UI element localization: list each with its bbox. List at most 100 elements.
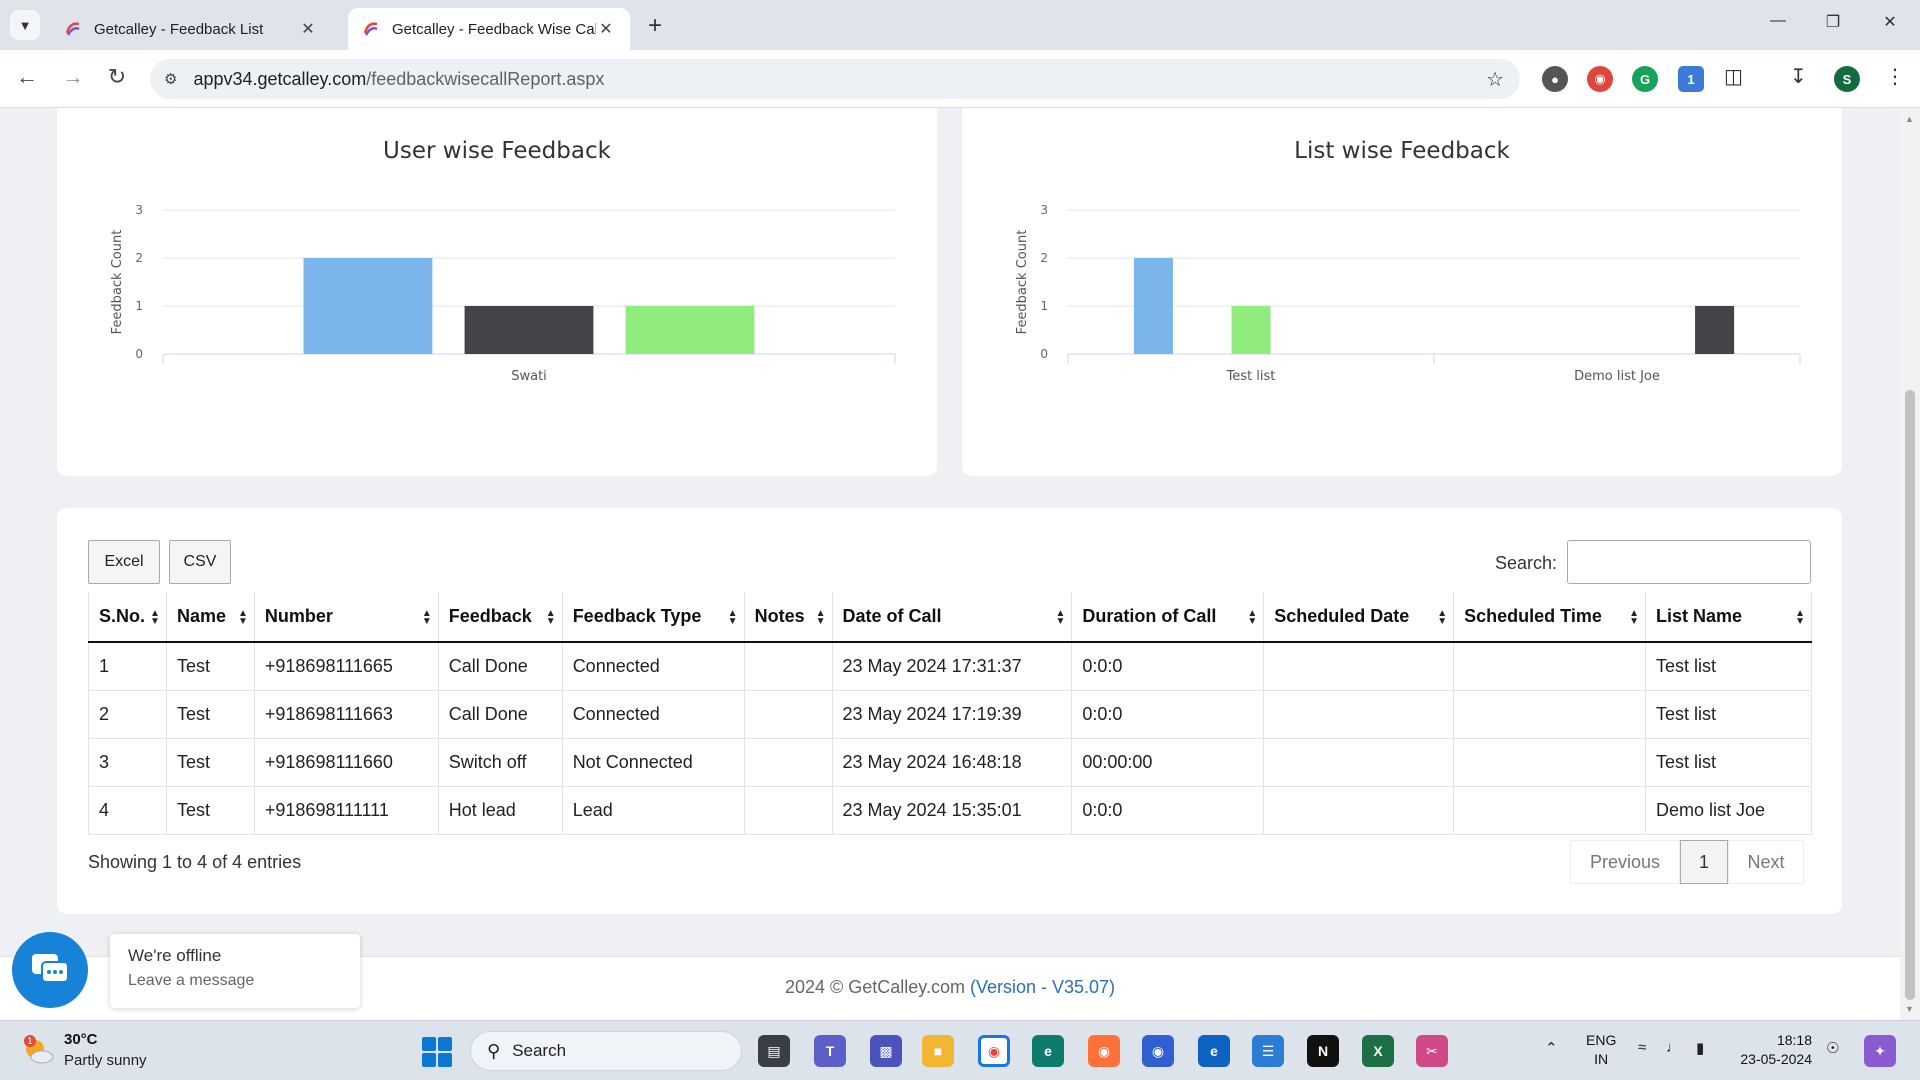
sort-icon[interactable]: ▲ ▼ — [1055, 609, 1065, 627]
grammarly-icon[interactable]: G — [1632, 66, 1658, 92]
tab-search-button[interactable]: ▼ — [10, 10, 40, 40]
sort-icon[interactable]: ▲ ▼ — [1437, 609, 1447, 627]
excel-icon[interactable]: X — [1362, 1035, 1394, 1067]
tab-feedback-list[interactable]: Getcalley - Feedback List ✕ — [50, 8, 332, 50]
edge-icon[interactable]: e — [1032, 1035, 1064, 1067]
notion-icon[interactable]: N — [1307, 1035, 1339, 1067]
weather-temperature[interactable]: 30°C — [64, 1031, 98, 1048]
wifi-icon[interactable]: ≈ — [1638, 1039, 1646, 1056]
restore-button[interactable]: ❐ — [1813, 12, 1853, 32]
page-scrollbar[interactable]: ▲ ▼ — [1900, 108, 1920, 1020]
close-window-button[interactable]: ✕ — [1870, 12, 1910, 32]
table-cell: Lead — [561, 785, 745, 834]
clock[interactable]: 18:18 23-05-2024 — [1738, 1031, 1812, 1069]
search-input[interactable] — [1567, 540, 1811, 584]
teams-new-icon[interactable]: ▩ — [870, 1035, 902, 1067]
weather-description[interactable]: Partly sunny — [64, 1052, 147, 1069]
app-icon[interactable]: ◉ — [1142, 1035, 1174, 1067]
address-bar[interactable]: ⚙ appv34.getcalley.com/feedbackwisecallR… — [150, 59, 1520, 99]
column-header[interactable]: Feedback Type ▲ ▼ — [561, 592, 745, 643]
notification-bell-icon[interactable]: ☉ — [1826, 1039, 1839, 1057]
column-header[interactable]: Date of Call ▲ ▼ — [831, 592, 1072, 643]
chat-leave-message[interactable]: Leave a message — [128, 972, 342, 990]
site-info-icon[interactable]: ⚙ — [164, 70, 177, 88]
kebab-menu-icon[interactable]: ⋮ — [1885, 64, 1905, 89]
sort-icon[interactable]: ▲ ▼ — [1247, 609, 1257, 627]
column-header[interactable]: Name ▲ ▼ — [165, 592, 255, 643]
column-header[interactable]: Number ▲ ▼ — [253, 592, 439, 643]
close-icon[interactable]: ✕ — [596, 19, 616, 39]
extension-icon[interactable]: ● — [1542, 66, 1568, 92]
chat-offline-popup[interactable]: We're offline Leave a message — [110, 934, 360, 1008]
sort-icon[interactable]: ▲ ▼ — [150, 609, 160, 627]
table-cell: 2 — [88, 689, 167, 738]
bar — [1231, 306, 1271, 354]
column-header[interactable]: S.No. ▲ ▼ — [88, 592, 167, 643]
snipping-tool-icon[interactable]: ✂ — [1416, 1035, 1448, 1067]
csv-export-button[interactable]: CSV — [169, 540, 231, 584]
version-link[interactable]: (Version - V35.07) — [970, 977, 1115, 997]
scroll-up-icon[interactable]: ▲ — [1905, 114, 1914, 124]
profile-avatar[interactable]: S — [1834, 66, 1860, 92]
column-header[interactable]: List Name ▲ ▼ — [1645, 592, 1812, 643]
new-tab-button[interactable]: + — [648, 12, 662, 40]
start-button[interactable] — [422, 1037, 452, 1067]
y-axis-label: Feedback Count — [1015, 230, 1030, 335]
reload-button[interactable]: ↻ — [102, 64, 132, 90]
sort-icon[interactable]: ▲ ▼ — [238, 609, 248, 627]
next-page-button[interactable]: Next — [1728, 840, 1804, 884]
sort-icon[interactable]: ▲ ▼ — [1795, 609, 1805, 627]
taskbar-search[interactable]: ⚲ Search — [470, 1031, 742, 1071]
weather-icon[interactable]: 1 — [22, 1035, 54, 1065]
chat-launcher-button[interactable] — [12, 932, 88, 1008]
excel-export-button[interactable]: Excel — [88, 540, 160, 584]
bookmark-star-icon[interactable]: ☆ — [1486, 67, 1504, 92]
sort-icon[interactable]: ▲ ▼ — [816, 609, 826, 627]
firefox-icon[interactable]: ◉ — [1088, 1035, 1120, 1067]
column-header[interactable]: Notes ▲ ▼ — [743, 592, 833, 643]
edge-dev-icon[interactable]: e — [1198, 1035, 1230, 1067]
chevron-down-icon: ▼ — [18, 17, 32, 33]
tab-feedback-wise-call[interactable]: Getcalley - Feedback Wise Call I ✕ — [348, 8, 630, 50]
teams-icon[interactable]: T — [814, 1035, 846, 1067]
chrome-taskbar-icon[interactable]: ◉ — [978, 1035, 1010, 1067]
column-header[interactable]: Scheduled Date ▲ ▼ — [1263, 592, 1454, 643]
tab-title: Getcalley - Feedback List — [94, 20, 264, 38]
table-cell — [1263, 737, 1454, 786]
show-hidden-icons-icon[interactable]: ⌃ — [1545, 1039, 1558, 1057]
column-header-label: Name — [176, 606, 226, 626]
notepad-icon[interactable]: ☰ — [1252, 1035, 1284, 1067]
page-1-button[interactable]: 1 — [1680, 840, 1728, 884]
scroll-down-icon[interactable]: ▼ — [1905, 1004, 1914, 1014]
copilot-icon[interactable]: ✦ — [1864, 1035, 1896, 1067]
battery-icon[interactable]: ▮ — [1696, 1039, 1704, 1057]
sort-icon[interactable]: ▲ ▼ — [422, 609, 432, 627]
chrome-extension-icon[interactable]: ◉ — [1587, 66, 1613, 92]
scrollbar-thumb[interactable] — [1905, 390, 1915, 1000]
task-view-icon[interactable]: ▤ — [758, 1035, 790, 1067]
language-indicator[interactable]: ENG IN — [1586, 1031, 1616, 1069]
file-explorer-icon[interactable]: ■ — [922, 1035, 954, 1067]
previous-page-button[interactable]: Previous — [1570, 840, 1680, 884]
table-cell: Connected — [561, 641, 745, 690]
column-header[interactable]: Scheduled Time ▲ ▼ — [1453, 592, 1646, 643]
table-row: 2 Test +918698111663 Call Done Connected 23 M… — [88, 689, 1812, 738]
column-header-label: List Name — [1656, 606, 1743, 626]
extensions-puzzle-icon[interactable]: ◫ — [1724, 64, 1743, 89]
sort-icon[interactable]: ▲ ▼ — [728, 609, 738, 627]
close-icon[interactable]: ✕ — [298, 19, 318, 39]
x-category-label: Test list — [1226, 369, 1276, 384]
back-button[interactable]: ← — [12, 64, 42, 90]
column-header[interactable]: Feedback ▲ ▼ — [437, 592, 563, 643]
list-wise-feedback-card: List wise Feedback 0 1 2 3 Feedback Count Tes… — [962, 108, 1842, 476]
weather-badge: 1 — [27, 1037, 33, 1047]
download-icon[interactable]: ↧ — [1790, 64, 1807, 89]
sort-icon[interactable]: ▲ ▼ — [546, 609, 556, 627]
forward-button[interactable]: → — [58, 64, 88, 90]
minimize-button[interactable]: — — [1758, 12, 1798, 30]
volume-muted-icon[interactable]: ♩ — [1666, 1039, 1681, 1056]
column-header[interactable]: Duration of Call ▲ ▼ — [1071, 592, 1264, 643]
extension-badge-icon[interactable]: 1 — [1678, 66, 1704, 92]
sort-icon[interactable]: ▲ ▼ — [1629, 609, 1639, 627]
search-label: Search: — [1495, 553, 1558, 573]
